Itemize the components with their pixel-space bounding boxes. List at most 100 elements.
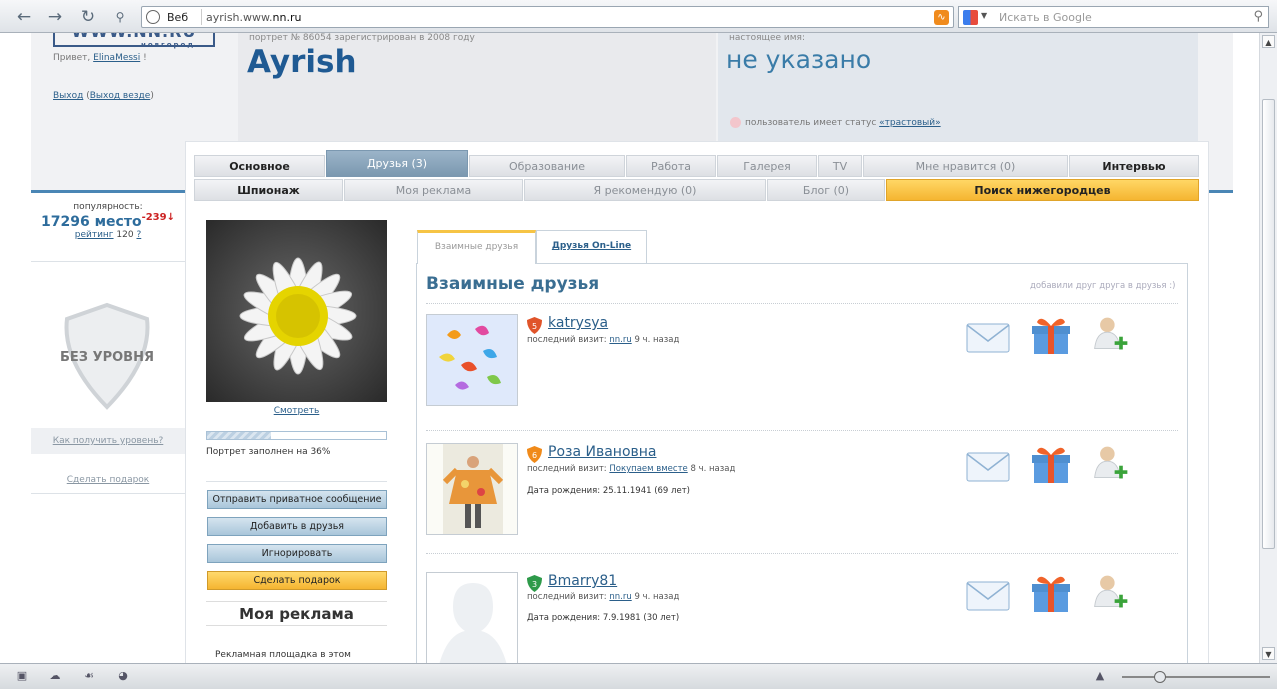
make-gift-button[interactable]: Сделать подарок	[207, 571, 387, 590]
status-icon	[730, 117, 741, 128]
status-link[interactable]: «трастовый»	[879, 118, 940, 128]
tab-interview[interactable]: Интервью	[1069, 155, 1199, 177]
back-icon[interactable]: ←	[14, 7, 34, 27]
logout-links: Выход (Выход везде)	[53, 91, 154, 101]
gift-icon[interactable]	[1029, 314, 1073, 354]
google-icon[interactable]	[963, 10, 978, 25]
tab-online-friends[interactable]: Друзья On-Line	[536, 230, 647, 264]
scroll-down-icon[interactable]: ▼	[1262, 647, 1275, 660]
search-box[interactable]: ▼ Искать в Google ⚲	[958, 6, 1269, 28]
friend-name-link[interactable]: Bmarry81	[548, 573, 617, 589]
add-friend-button[interactable]: Добавить в друзья	[207, 517, 387, 536]
rating: рейтинг 120 ?	[74, 230, 142, 240]
online-friends-link[interactable]: Друзья On-Line	[552, 241, 631, 251]
send-message-button[interactable]: Отправить приватное сообщение	[207, 490, 387, 509]
level-icon: 5	[527, 317, 542, 334]
zoom-slider[interactable]	[1122, 671, 1270, 683]
add-user-icon[interactable]	[1089, 443, 1133, 483]
share-icon[interactable]: ☙	[82, 670, 96, 682]
tab-education[interactable]: Образование	[469, 155, 625, 177]
popularity-label: популярность:	[73, 202, 143, 212]
tab-tv[interactable]: TV	[818, 155, 862, 177]
my-ad-text: Рекламная площадка в этом	[215, 650, 351, 660]
logout-link[interactable]: Выход	[53, 91, 83, 101]
how-level-link[interactable]: Как получить уровень?	[53, 436, 164, 446]
svg-text:5: 5	[532, 322, 537, 331]
visit-site-link[interactable]: nn.ru	[609, 335, 631, 345]
zoom-knob[interactable]	[1154, 671, 1166, 683]
friend-visit: последний визит: nn.ru 9 ч. назад	[527, 592, 680, 602]
tab-work[interactable]: Работа	[626, 155, 716, 177]
logout-all-link[interactable]: Выход везде	[90, 91, 151, 101]
see-photo: Смотреть	[206, 406, 387, 416]
rating-link[interactable]: рейтинг	[75, 230, 114, 240]
friend-name-link[interactable]: Роза Ивановна	[548, 444, 657, 460]
profile-photo[interactable]	[206, 220, 387, 402]
envelope-icon[interactable]	[966, 317, 1010, 357]
my-ad-block: Моя реклама Рекламная площадка в этом	[206, 601, 387, 663]
friend-avatar[interactable]	[426, 572, 518, 663]
envelope-icon[interactable]	[966, 575, 1010, 615]
add-user-icon[interactable]	[1089, 314, 1133, 354]
level-icon: 6	[527, 446, 542, 463]
vertical-scrollbar[interactable]: ▲ ▼	[1259, 33, 1277, 663]
arrow-up-icon[interactable]: ▲	[1093, 670, 1107, 682]
status-bar: ▣ ☁ ☙ ◕ ▲	[0, 663, 1277, 689]
tab-spying[interactable]: Шпионаж	[194, 179, 343, 201]
tab-gallery[interactable]: Галерея	[717, 155, 817, 177]
friend-birthday: Дата рождения: 7.9.1981 (30 лет)	[527, 613, 680, 623]
key-icon[interactable]: ⚲	[110, 7, 130, 27]
username-link[interactable]: ElinaMessi	[93, 53, 140, 63]
forward-icon[interactable]: →	[45, 7, 65, 27]
tab-main[interactable]: Основное	[194, 155, 325, 177]
tab-recommend[interactable]: Я рекомендую (0)	[524, 179, 766, 201]
sidebar-gift-link[interactable]: Сделать подарок	[67, 475, 150, 485]
friend-visit: последний визит: nn.ru 9 ч. назад	[527, 335, 680, 345]
sidebar-gift: Сделать подарок	[31, 467, 185, 493]
visit-site-link[interactable]: nn.ru	[609, 592, 631, 602]
tab-blog[interactable]: Блог (0)	[767, 179, 885, 201]
friend-avatar[interactable]	[426, 314, 518, 406]
cloud-icon[interactable]: ☁	[48, 670, 62, 682]
rating-help-link[interactable]: ?	[136, 230, 141, 240]
my-ad-title: Моя реклама	[206, 602, 387, 626]
level-badge-icon: БЕЗ УРОВНЯ	[60, 302, 154, 410]
friend-name-link[interactable]: katrysya	[548, 315, 608, 331]
add-user-icon[interactable]	[1089, 572, 1133, 612]
web-label: Веб	[167, 11, 189, 24]
gift-icon[interactable]	[1029, 572, 1073, 612]
profile-progress	[206, 431, 387, 440]
ignore-button[interactable]: Игнорировать	[207, 544, 387, 563]
chevron-down-icon[interactable]: ▼	[981, 11, 987, 20]
popularity-block: популярность: 17296 место-239↓ рейтинг 1…	[31, 202, 185, 240]
url-text[interactable]: ayrish.www.nn.ru	[206, 11, 301, 24]
see-photo-link[interactable]: Смотреть	[274, 406, 320, 416]
gift-icon[interactable]	[1029, 443, 1073, 483]
popularity-place: 17296 место-239↓	[41, 212, 175, 230]
scroll-thumb[interactable]	[1262, 99, 1275, 549]
search-input[interactable]: Искать в Google	[999, 11, 1092, 24]
envelope-icon[interactable]	[966, 446, 1010, 486]
address-bar[interactable]: Веб ayrish.www.nn.ru ∿	[141, 6, 954, 28]
tab-friends[interactable]: Друзья (3)	[326, 150, 468, 177]
tab-my-ads[interactable]: Моя реклама	[344, 179, 523, 201]
level-icon: 3	[527, 575, 542, 592]
friend-avatar[interactable]	[426, 443, 518, 535]
friends-note: добавили друг друга в друзья :)	[1030, 281, 1176, 291]
reload-icon[interactable]: ↻	[78, 7, 98, 27]
friend-visit: последний визит: Покупаем вместе 8 ч. на…	[527, 464, 736, 474]
site-logo[interactable]: WWW.NN.RUновгород	[53, 33, 215, 49]
tab-mutual-friends[interactable]: Взаимные друзья	[417, 230, 536, 264]
scroll-up-icon[interactable]: ▲	[1262, 35, 1275, 48]
visit-site-link[interactable]: Покупаем вместе	[609, 464, 687, 474]
rss-icon[interactable]: ∿	[934, 10, 949, 25]
tab-search-people[interactable]: Поиск нижегородцев	[886, 179, 1199, 201]
panel-icon[interactable]: ▣	[15, 670, 29, 682]
progress-fill	[207, 432, 272, 439]
speed-icon[interactable]: ◕	[116, 670, 130, 682]
realname-label: настоящее имя:	[729, 33, 806, 43]
greeting: Привет, ElinaMessi !	[53, 53, 147, 63]
search-icon[interactable]: ⚲	[1253, 9, 1263, 24]
tab-likes[interactable]: Мне нравится (0)	[863, 155, 1068, 177]
friend-birthday: Дата рождения: 25.11.1941 (69 лет)	[527, 486, 690, 496]
